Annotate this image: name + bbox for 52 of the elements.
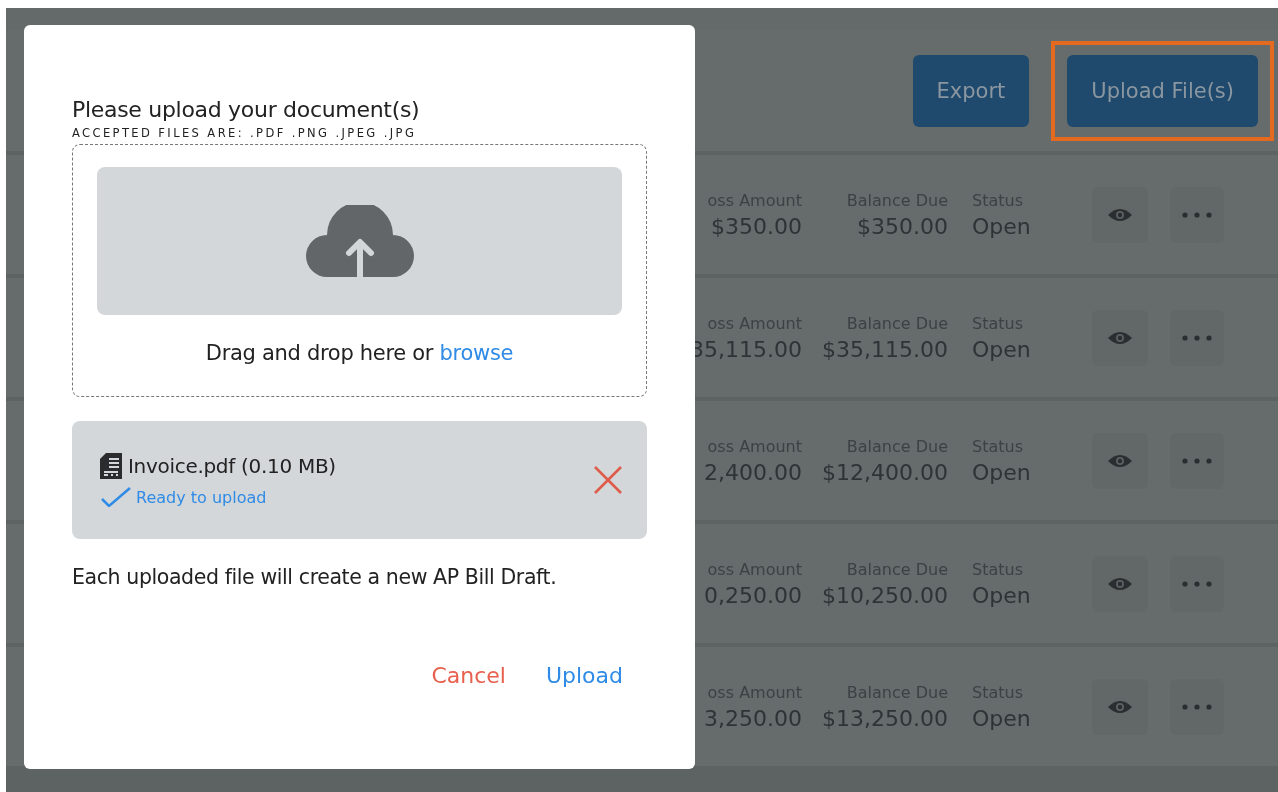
info-text: Each uploaded file will create a new AP Bill Draft. [72, 565, 558, 589]
field-value: $10,250.00 [822, 582, 948, 608]
file-status: Ready to upload [136, 487, 267, 507]
field-value: Open [972, 459, 1032, 485]
file-name: Invoice.pdf (0.10 MB) [128, 454, 336, 478]
more-icon [1182, 211, 1212, 218]
field-value: $12,400.00 [822, 459, 948, 485]
field-value: Open [972, 213, 1032, 239]
eye-icon [1107, 453, 1133, 468]
drop-zone[interactable]: Drag and drop here or browse [72, 144, 647, 397]
view-button[interactable] [1092, 186, 1148, 243]
field-value: $35,115.00 [822, 336, 948, 362]
cancel-button[interactable]: Cancel [431, 663, 506, 688]
document-icon [100, 453, 122, 479]
view-button[interactable] [1092, 432, 1148, 489]
more-icon [1182, 334, 1212, 341]
field-value: 3,250.00 [704, 705, 802, 731]
more-icon [1182, 703, 1212, 710]
more-button[interactable] [1170, 678, 1224, 735]
field-value: 0,250.00 [704, 582, 802, 608]
accepted-files-note: ACCEPTED FILES ARE: .PDF .PNG .JPEG .JPG [72, 126, 418, 140]
field-value: 35,115.00 [690, 336, 802, 362]
field-value: $350.00 [711, 213, 802, 239]
view-button[interactable] [1092, 309, 1148, 366]
more-button[interactable] [1170, 555, 1224, 612]
field-value: Open [972, 336, 1032, 362]
toolbar-button[interactable]: Export [912, 54, 1030, 127]
remove-file-button[interactable] [593, 465, 623, 495]
field-value: $350.00 [857, 213, 948, 239]
toolbar-button[interactable]: Upload File(s) [1067, 54, 1258, 127]
upload-area[interactable] [97, 167, 622, 315]
more-button[interactable] [1170, 432, 1224, 489]
browse-link[interactable]: browse [439, 341, 514, 365]
eye-icon [1107, 699, 1133, 714]
more-icon [1182, 457, 1212, 464]
field-value: Open [972, 582, 1032, 608]
eye-icon [1107, 207, 1133, 222]
field-value: Open [972, 705, 1032, 731]
eye-icon [1107, 576, 1133, 591]
cloud-upload-icon [304, 205, 415, 277]
eye-icon [1107, 330, 1133, 345]
more-button[interactable] [1170, 309, 1224, 366]
dialog-title: Please upload your document(s) [72, 97, 421, 122]
view-button[interactable] [1092, 555, 1148, 612]
close-icon [593, 465, 623, 495]
field-value: 2,400.00 [704, 459, 802, 485]
view-button[interactable] [1092, 678, 1148, 735]
more-icon [1182, 580, 1212, 587]
field-value: $13,250.00 [822, 705, 948, 731]
upload-button[interactable]: Upload [545, 663, 623, 688]
more-button[interactable] [1170, 186, 1224, 243]
drop-instruction: Drag and drop here or [205, 341, 434, 365]
